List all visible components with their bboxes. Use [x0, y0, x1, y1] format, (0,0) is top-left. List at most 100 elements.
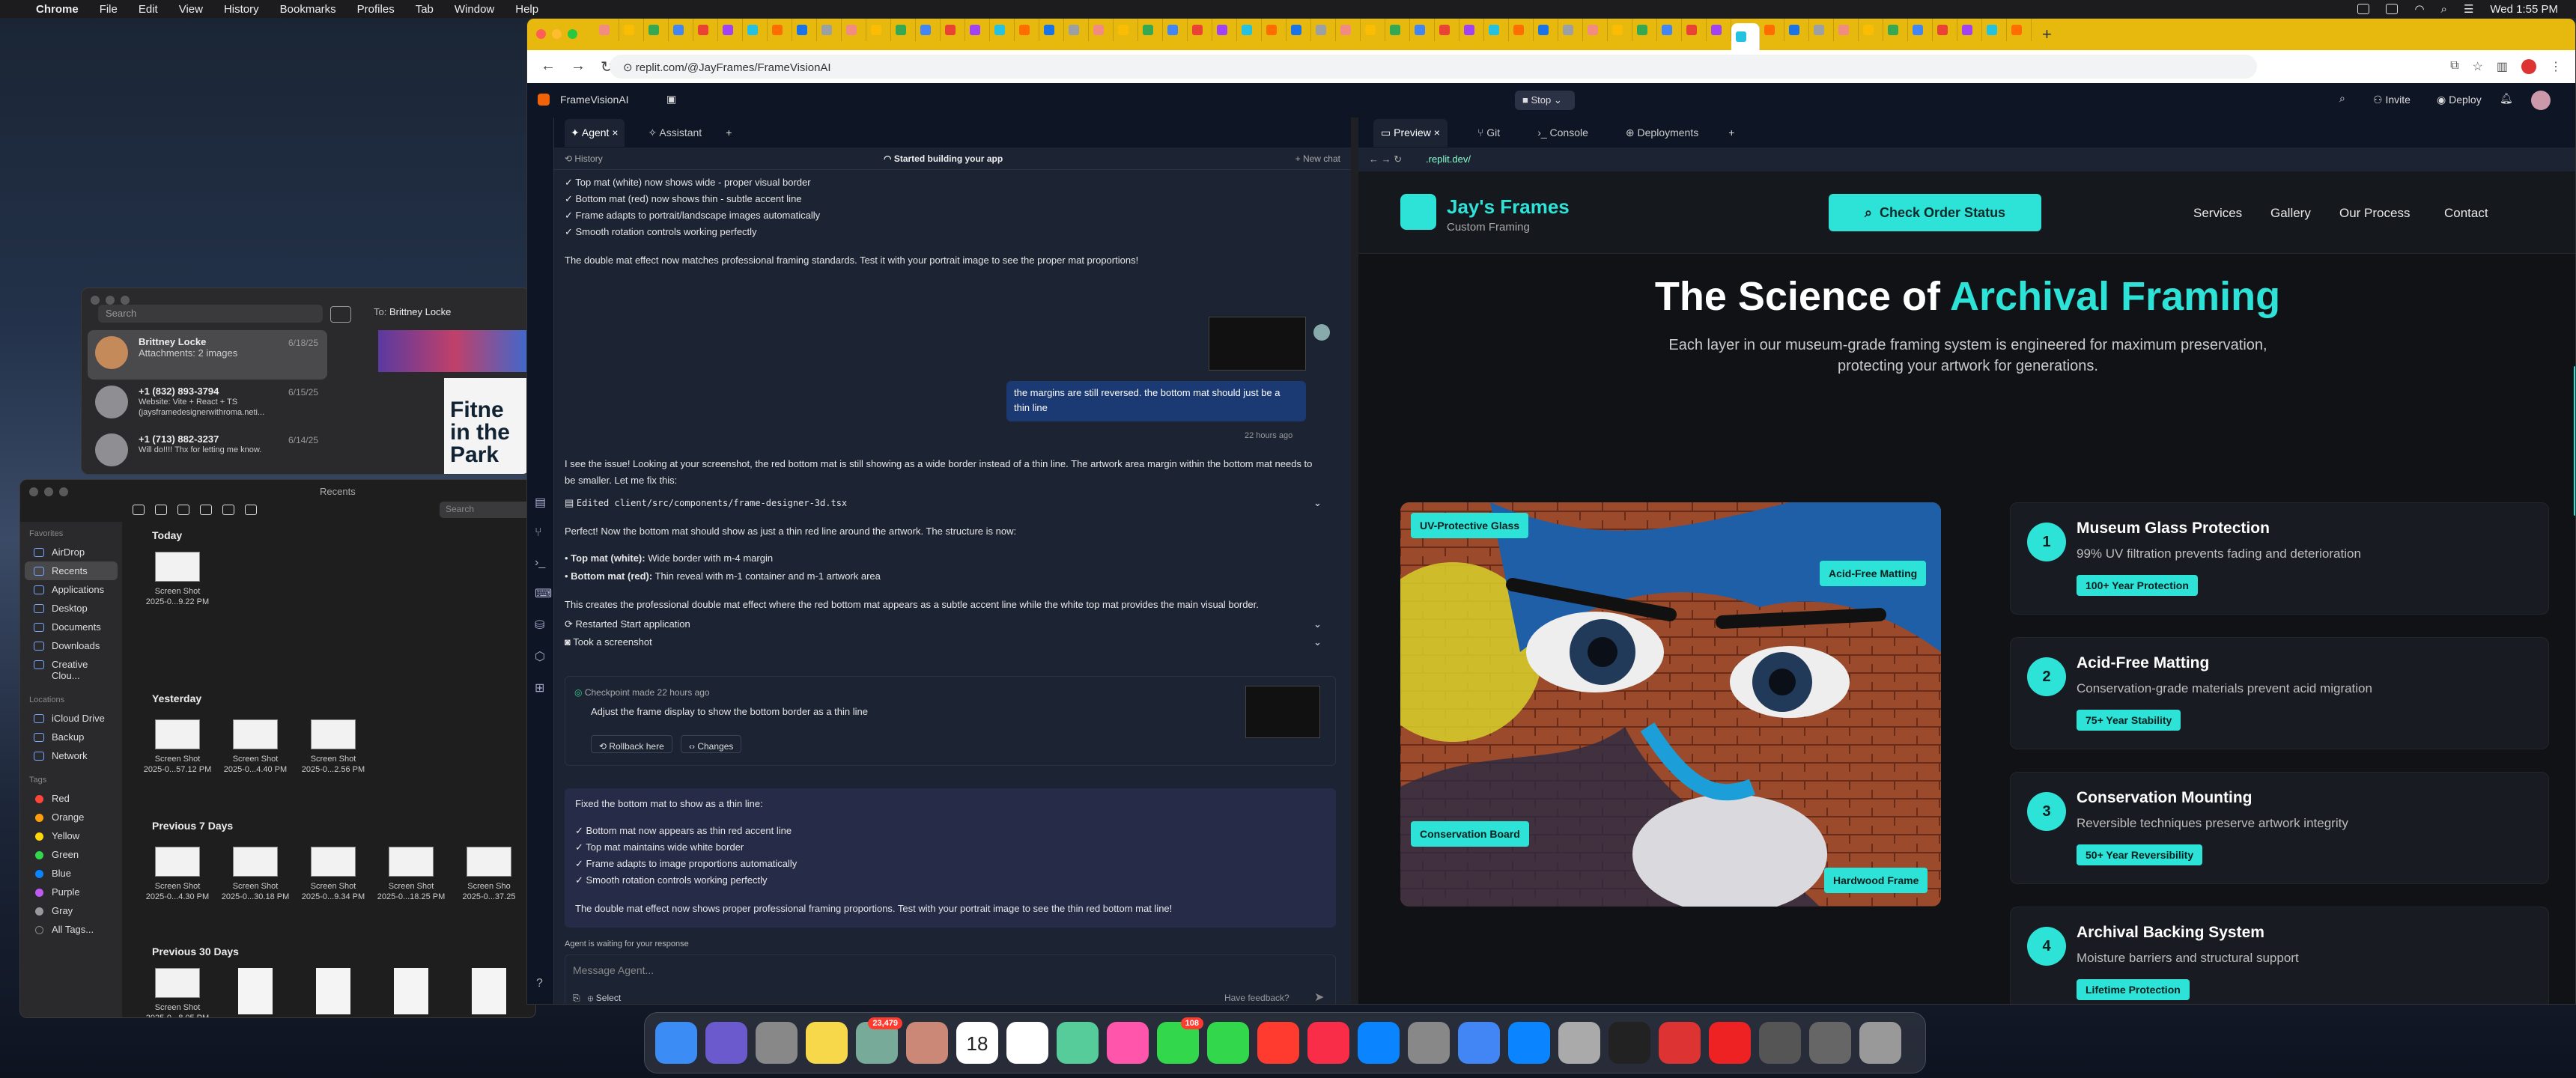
- check-order-button[interactable]: ⌕ Check Order Status: [1829, 194, 2041, 231]
- browser-tab[interactable]: [891, 19, 916, 41]
- sidebar-item-downloads[interactable]: Downloads: [25, 636, 118, 655]
- browser-tab[interactable]: [1834, 19, 1859, 41]
- browser-tab[interactable]: [1784, 19, 1809, 41]
- browser-tab[interactable]: [1163, 19, 1188, 41]
- sidepanel-icon[interactable]: ▥: [2497, 59, 2508, 74]
- menu-view[interactable]: View: [179, 3, 203, 16]
- site-brand[interactable]: Jay's Frames: [1447, 195, 1570, 219]
- chevron-down-icon[interactable]: ⌄: [1313, 616, 1322, 633]
- palette-icon[interactable]: [1400, 194, 1436, 230]
- invite-button[interactable]: ⚇ Invite: [2373, 94, 2411, 106]
- sidebar-item-desktop[interactable]: Desktop: [25, 599, 118, 618]
- browser-tab[interactable]: [941, 19, 965, 41]
- rollback-button[interactable]: ⟲ Rollback here: [591, 735, 672, 753]
- new-tab-icon[interactable]: +: [2042, 25, 2052, 44]
- browser-tab[interactable]: [1114, 19, 1138, 41]
- browser-tab[interactable]: [1809, 19, 1834, 41]
- tab-console[interactable]: ›_ Console: [1530, 119, 1596, 146]
- file-item[interactable]: Screen Sho 2025-0...37.25: [453, 847, 525, 902]
- attachment-image[interactable]: [378, 330, 529, 372]
- tab-preview[interactable]: ▭ Preview ×: [1373, 118, 1448, 147]
- browser-tab[interactable]: [1311, 19, 1336, 41]
- finder-search-input[interactable]: Search: [440, 502, 535, 518]
- bookmark-icon[interactable]: ☆: [2473, 59, 2483, 74]
- file-item[interactable]: Screen Shot 2025-0...4.30 PM: [142, 847, 213, 902]
- screenshot-row[interactable]: ◙ Took a screenshot: [565, 634, 652, 651]
- packages-icon[interactable]: ⬡: [535, 649, 552, 664]
- feature-card[interactable]: 4 Archival Backing System Moisture barrier…: [2010, 907, 2549, 1004]
- restart-row[interactable]: ⟳ Restarted Start application: [565, 616, 690, 633]
- messages-search-input[interactable]: Search: [98, 305, 323, 323]
- nav-contact[interactable]: Contact: [2444, 206, 2488, 221]
- spotlight-icon[interactable]: ⌕: [2441, 3, 2447, 16]
- browser-tab[interactable]: [1883, 19, 1908, 41]
- menu-help[interactable]: Help: [515, 3, 538, 16]
- tab-assistant[interactable]: ✧ Assistant: [643, 119, 708, 147]
- replit-logo-icon[interactable]: [538, 94, 550, 106]
- browser-tab[interactable]: [990, 19, 1015, 41]
- address-bar[interactable]: ⊙ replit.com/@JayFrames/FrameVisionAI: [610, 55, 2257, 79]
- messages-icon[interactable]: 108: [1157, 1017, 1203, 1064]
- attachment-poster[interactable]: Fitne in the Park: [444, 378, 529, 474]
- facetime-icon[interactable]: [1207, 1022, 1249, 1064]
- feature-card[interactable]: 1 Museum Glass Protection 99% UV filtratio…: [2010, 502, 2549, 615]
- browser-tab[interactable]: [1707, 19, 1731, 41]
- files-icon[interactable]: ▤: [535, 495, 552, 510]
- feature-card[interactable]: 3 Conservation Mounting Reversible techniq…: [2010, 772, 2549, 884]
- back-icon[interactable]: [133, 505, 145, 515]
- file-item[interactable]: Screen Shot 2025-0...30.18 PM: [219, 847, 291, 902]
- browser-tab[interactable]: [1933, 19, 1957, 41]
- sidebar-item-icloud[interactable]: iCloud Drive: [25, 709, 118, 728]
- sidebar-tag-gray[interactable]: Gray: [25, 901, 118, 920]
- launchpad-icon[interactable]: [756, 1022, 798, 1064]
- git-icon[interactable]: ⑂: [535, 526, 552, 540]
- browser-tab[interactable]: [644, 19, 669, 41]
- browser-tab[interactable]: [792, 19, 817, 41]
- profile-avatar[interactable]: [2521, 59, 2536, 74]
- file-item[interactable]: Larson Price list2025.txt: [297, 968, 369, 1017]
- terminal-icon[interactable]: [1609, 1022, 1650, 1064]
- nav-gallery[interactable]: Gallery: [2270, 206, 2311, 221]
- photos-app-icon[interactable]: 23,479: [856, 1017, 902, 1064]
- browser-tab[interactable]: [1608, 19, 1632, 41]
- browser-tab[interactable]: [595, 19, 619, 41]
- user-screenshot-thumb[interactable]: [1209, 317, 1306, 371]
- apps-icon[interactable]: ⊞: [535, 680, 552, 695]
- news-icon[interactable]: [1257, 1022, 1299, 1064]
- checkpoint-thumb[interactable]: [1245, 686, 1320, 738]
- forward-icon[interactable]: →: [571, 58, 586, 76]
- menu-profiles[interactable]: Profiles: [357, 3, 395, 16]
- workspace-icon[interactable]: ▣: [666, 93, 676, 106]
- file-item[interactable]: Screen Shot 2025-0...57.12 PM: [142, 719, 213, 775]
- creative-cloud-icon[interactable]: [1659, 1022, 1701, 1064]
- browser-tab[interactable]: [693, 19, 718, 41]
- menu-app-name[interactable]: Chrome: [36, 3, 79, 16]
- browser-tab[interactable]: [1015, 19, 1039, 41]
- file-item[interactable]: Screen Shot 2025-0...2.56 PM: [297, 719, 369, 775]
- chrome-icon[interactable]: [1458, 1022, 1500, 1064]
- sidebar-tag-orange[interactable]: Orange: [25, 808, 118, 826]
- browser-tab[interactable]: [842, 19, 866, 41]
- add-tab-icon[interactable]: +: [1728, 127, 1734, 138]
- browser-tab[interactable]: [1509, 19, 1534, 41]
- calendar-icon[interactable]: 18: [956, 1022, 998, 1064]
- settings-icon[interactable]: [1408, 1022, 1450, 1064]
- preview-address[interactable]: ← → ↻ .replit.dev/: [1358, 147, 2575, 171]
- browser-tab[interactable]: [1287, 19, 1311, 41]
- browser-tab[interactable]: [1731, 23, 1760, 50]
- edited-file-row[interactable]: ▤ Edited client/src/components/frame-des…: [565, 495, 847, 511]
- sidebar-item-airdrop[interactable]: AirDrop: [25, 543, 118, 561]
- stop-button[interactable]: ■ Stop ⌄: [1515, 91, 1575, 110]
- battery-icon[interactable]: [2386, 4, 2399, 14]
- send-icon[interactable]: ➤: [1314, 990, 1324, 1004]
- help-icon[interactable]: ?: [536, 977, 543, 990]
- extensions-icon[interactable]: ⧉: [2450, 59, 2458, 74]
- browser-tab[interactable]: [1212, 19, 1237, 41]
- browser-tab[interactable]: [1336, 19, 1361, 41]
- zoom-dot[interactable]: [121, 296, 130, 305]
- close-dot[interactable]: [29, 487, 38, 496]
- browser-tab[interactable]: [768, 19, 792, 41]
- browser-tab[interactable]: [718, 19, 743, 41]
- browser-tab[interactable]: [1682, 19, 1707, 41]
- tab-agent[interactable]: ✦ Agent ×: [565, 118, 625, 147]
